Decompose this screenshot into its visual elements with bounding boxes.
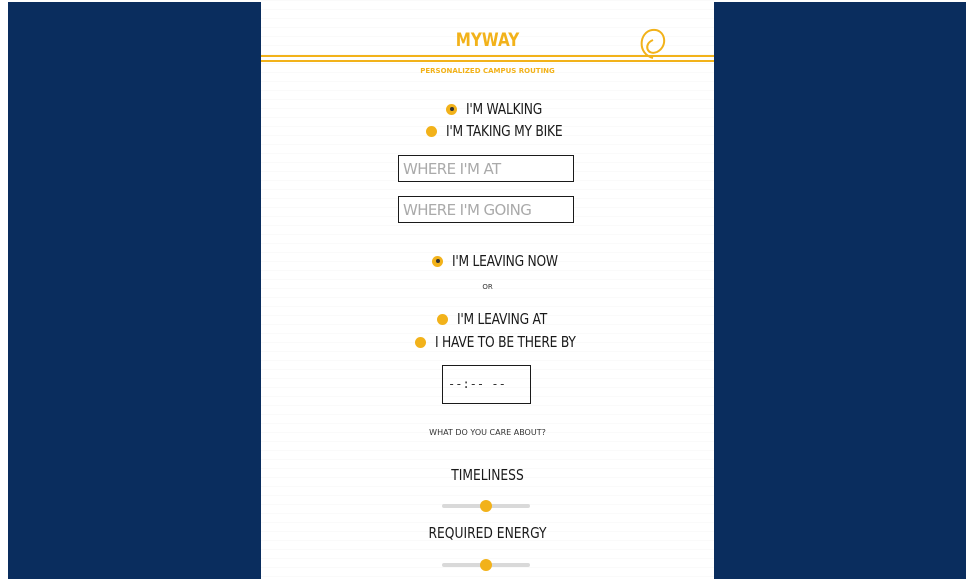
time-input[interactable]: --:-- -- bbox=[442, 365, 531, 404]
radio-bike[interactable]: I'M TAKING MY BIKE bbox=[426, 122, 588, 140]
energy-slider[interactable] bbox=[442, 559, 530, 571]
radio-arrive-by[interactable]: I HAVE TO BE THERE BY bbox=[415, 333, 606, 351]
radio-leaving-now-indicator[interactable] bbox=[432, 255, 443, 267]
energy-slider-thumb[interactable] bbox=[480, 559, 492, 571]
radio-leaving-at-label: I'M LEAVING AT bbox=[457, 310, 548, 328]
preferences-prompt: WHAT DO YOU CARE ABOUT? bbox=[429, 428, 546, 437]
right-background-panel bbox=[714, 2, 966, 579]
timeliness-slider[interactable] bbox=[442, 500, 530, 512]
radio-walking-label: I'M WALKING bbox=[466, 100, 543, 118]
radio-bike-indicator[interactable] bbox=[426, 125, 437, 137]
origin-input[interactable] bbox=[398, 155, 574, 182]
radio-arrive-by-indicator[interactable] bbox=[415, 336, 426, 348]
radio-leaving-now[interactable]: I'M LEAVING NOW bbox=[432, 252, 581, 270]
radio-walking-indicator[interactable] bbox=[446, 103, 457, 115]
radio-leaving-now-label: I'M LEAVING NOW bbox=[452, 252, 558, 270]
radio-arrive-by-label: I HAVE TO BE THERE BY bbox=[435, 333, 576, 351]
radio-walking[interactable]: I'M WALKING bbox=[446, 100, 559, 118]
energy-label: REQUIRED ENERGY bbox=[428, 524, 547, 542]
left-background-panel bbox=[8, 2, 261, 579]
timeliness-label: TIMELINESS bbox=[451, 466, 524, 484]
destination-input[interactable] bbox=[398, 196, 574, 223]
timeliness-slider-thumb[interactable] bbox=[480, 500, 492, 512]
app-title: MYWAY bbox=[455, 29, 520, 51]
radio-leaving-at-indicator[interactable] bbox=[437, 313, 448, 325]
or-separator: OR bbox=[482, 283, 493, 291]
main-form-panel: MYWAY PERSONALIZED CAMPUS ROUTING I'M WA… bbox=[261, 0, 714, 579]
radio-bike-label: I'M TAKING MY BIKE bbox=[446, 122, 563, 140]
radio-leaving-at[interactable]: I'M LEAVING AT bbox=[437, 310, 567, 328]
app-subtitle: PERSONALIZED CAMPUS ROUTING bbox=[420, 67, 555, 75]
